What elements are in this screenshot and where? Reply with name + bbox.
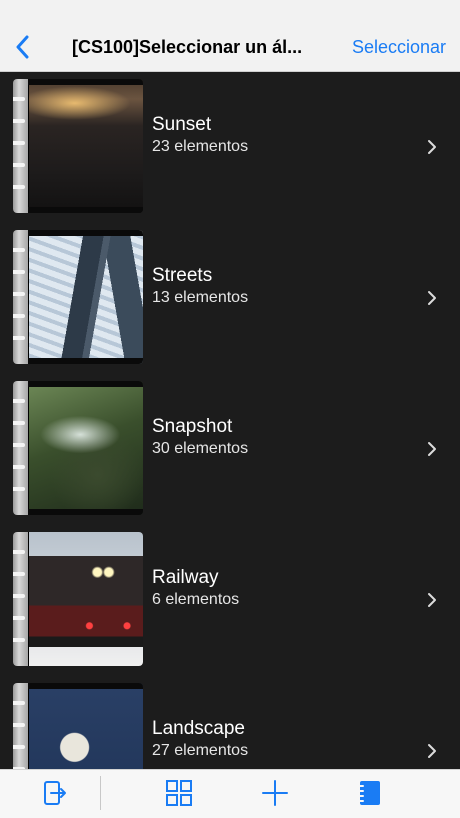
- album-row-sunset[interactable]: Sunset 23 elementos: [0, 72, 460, 223]
- add-icon: [262, 780, 288, 806]
- album-count: 23 elementos: [152, 138, 249, 155]
- chevron-left-icon: [16, 35, 29, 59]
- album-binding: [13, 532, 28, 666]
- album-name: Streets: [152, 265, 213, 286]
- album-binding: [13, 683, 28, 769]
- bottom-toolbar: [0, 769, 460, 818]
- album-thumbnail: [13, 532, 143, 666]
- album-row-snapshot[interactable]: Snapshot 30 elementos: [0, 374, 460, 525]
- toolbar-divider: [100, 776, 101, 810]
- album-view-button[interactable]: [355, 778, 385, 808]
- album-binding: [13, 381, 28, 515]
- album-binding: [13, 79, 28, 213]
- album-list: Sunset 23 elementos Streets 13 elementos: [0, 72, 460, 769]
- album-thumbnail: [13, 683, 143, 769]
- back-button[interactable]: [10, 32, 34, 62]
- select-button[interactable]: Seleccionar: [352, 36, 446, 58]
- album-row-streets[interactable]: Streets 13 elementos: [0, 223, 460, 374]
- album-row-railway[interactable]: Railway 6 elementos: [0, 525, 460, 676]
- page-title: [CS100]Seleccionar un ál...: [72, 37, 303, 57]
- chevron-right-icon: [428, 744, 436, 758]
- grid-icon: [166, 780, 192, 806]
- album-book-icon: [357, 781, 380, 805]
- album-name: Snapshot: [152, 416, 233, 437]
- chevron-right-icon: [428, 291, 436, 305]
- album-thumbnail: [13, 381, 143, 515]
- album-thumbnail: [13, 79, 143, 213]
- album-row-landscape[interactable]: Landscape 27 elementos: [0, 676, 460, 769]
- chevron-right-icon: [428, 140, 436, 154]
- grid-view-button[interactable]: [164, 778, 194, 808]
- add-button[interactable]: [260, 778, 290, 808]
- chevron-right-icon: [428, 593, 436, 607]
- album-count: 27 elementos: [152, 742, 249, 759]
- export-button[interactable]: [40, 778, 70, 808]
- export-icon: [44, 781, 66, 805]
- navigation-bar: [CS100]Seleccionar un ál... Seleccionar: [0, 0, 460, 72]
- album-count: 13 elementos: [152, 289, 249, 306]
- album-name: Landscape: [152, 718, 245, 739]
- chevron-right-icon: [428, 442, 436, 456]
- album-name: Railway: [152, 567, 219, 588]
- album-thumbnail: [13, 230, 143, 364]
- album-binding: [13, 230, 28, 364]
- album-count: 30 elementos: [152, 440, 249, 457]
- album-count: 6 elementos: [152, 591, 240, 608]
- album-name: Sunset: [152, 114, 212, 135]
